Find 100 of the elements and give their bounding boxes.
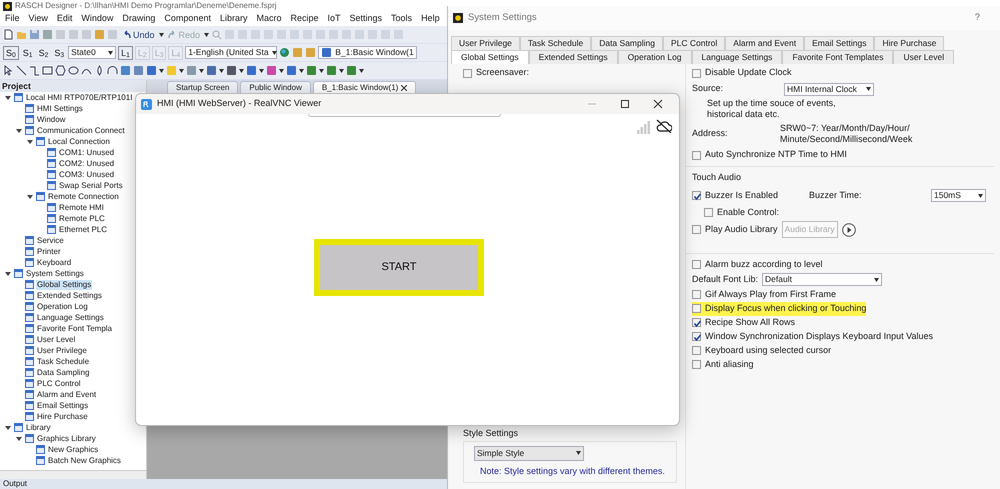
expander-icon[interactable] — [15, 434, 23, 442]
tree-item[interactable]: System Settings — [25, 268, 85, 278]
square-icon[interactable] — [286, 65, 297, 76]
tree-item[interactable]: COM2: Unused — [58, 158, 116, 168]
checkbox[interactable] — [692, 318, 701, 327]
menu-item[interactable]: Drawing — [122, 12, 156, 26]
state-button[interactable]: S$_{0}$ — [3, 46, 19, 60]
tree-item[interactable]: Favorite Font Templa — [36, 324, 113, 334]
expander-icon[interactable] — [4, 270, 12, 278]
tab[interactable]: Favorite Font Templates — [782, 50, 894, 64]
document-tab[interactable]: B_1:Basic Window(1) — [312, 81, 416, 93]
line-icon[interactable] — [16, 65, 27, 76]
menu-item[interactable]: Window — [81, 12, 114, 26]
tree-item[interactable]: Remote HMI — [58, 202, 105, 212]
checkbox[interactable] — [692, 260, 701, 269]
source-dropdown[interactable]: HMI Internal Clock — [784, 82, 874, 96]
globe-icon[interactable] — [279, 47, 290, 58]
toolbar-handle[interactable] — [308, 114, 501, 117]
style-dropdown[interactable]: Simple Style — [474, 446, 584, 460]
tab[interactable]: Alarm and Event — [725, 36, 804, 50]
tab[interactable]: PLC Control — [662, 36, 726, 50]
state-dropdown[interactable]: State0 — [68, 46, 116, 59]
horizontal-scrollbar[interactable] — [0, 470, 146, 479]
square-icon[interactable] — [246, 65, 257, 76]
tree-item[interactable]: Graphics Library — [36, 434, 97, 444]
tab[interactable]: Operation Log — [618, 50, 692, 64]
checkbox[interactable] — [692, 360, 701, 369]
language-dropdown[interactable]: 1-English (United Sta — [185, 46, 278, 59]
square-icon[interactable] — [226, 65, 237, 76]
expander-icon[interactable] — [26, 138, 34, 146]
document-tab[interactable]: Public Window — [240, 81, 311, 93]
tree-item[interactable]: Swap Serial Ports — [58, 180, 124, 190]
menu-item[interactable]: File — [5, 12, 20, 26]
checkbox[interactable] — [692, 68, 701, 78]
menu-item[interactable]: IoT — [328, 12, 341, 26]
tree-item[interactable]: Email Settings — [36, 400, 90, 410]
tree-item[interactable]: COM3: Unused — [58, 170, 116, 180]
tab[interactable]: User Privilege — [451, 36, 520, 50]
tree-item[interactable]: HMI Settings — [36, 104, 84, 114]
menu-item[interactable]: Component — [164, 12, 211, 26]
tab[interactable]: Extended Settings — [528, 50, 618, 64]
tab[interactable]: Task Schedule — [520, 36, 592, 50]
menu-item[interactable]: Library — [220, 12, 248, 26]
menu-item[interactable]: Edit — [56, 12, 72, 26]
tree-item[interactable]: Library — [25, 422, 52, 432]
tree-item[interactable]: Printer — [36, 246, 62, 256]
menu-item[interactable]: Macro — [256, 12, 282, 26]
state-button[interactable]: S$_{1}$ — [20, 46, 35, 58]
tab[interactable]: Language Settings — [692, 50, 782, 64]
checkbox[interactable] — [692, 225, 701, 234]
tree-item[interactable]: Data Sampling — [36, 368, 90, 378]
tree-item[interactable]: Remote PLC — [58, 214, 106, 224]
square-icon[interactable] — [306, 65, 317, 76]
menu-item[interactable]: Tools — [391, 12, 412, 26]
tree-item[interactable]: Operation Log — [36, 302, 89, 312]
checkbox[interactable] — [692, 191, 701, 200]
new-page-icon[interactable] — [3, 29, 14, 40]
tree-item[interactable]: Alarm and Event — [36, 390, 98, 400]
close-icon[interactable] — [653, 99, 663, 109]
state-button[interactable]: S$_{2}$ — [36, 46, 50, 58]
tree-item[interactable]: Remote Connection — [47, 192, 120, 202]
help-button[interactable]: ? — [974, 10, 980, 26]
window-field[interactable]: B_1:Basic Window(1 — [318, 46, 417, 59]
tree-item[interactable]: User Privilege — [36, 346, 88, 356]
play-button-icon[interactable] — [842, 222, 856, 236]
tree-item[interactable]: Local HMI RTP070E/RTP101I — [25, 92, 134, 102]
tree-item[interactable]: User Level — [36, 334, 76, 344]
square-icon[interactable] — [206, 65, 217, 76]
checkbox[interactable] — [704, 208, 713, 217]
checkbox[interactable] — [692, 346, 701, 355]
tab[interactable]: Data Sampling — [591, 36, 663, 50]
tree-item[interactable]: Global Settings — [36, 280, 92, 290]
maximize-icon[interactable] — [620, 99, 630, 109]
tab[interactable]: User Level — [893, 50, 954, 64]
square-icon[interactable] — [326, 65, 337, 76]
expander-icon[interactable] — [15, 126, 23, 134]
tree-item[interactable]: Extended Settings — [36, 290, 103, 300]
tree-item[interactable]: Service — [36, 236, 65, 246]
buzzer-time-dropdown[interactable]: 150mS — [931, 189, 986, 202]
checkbox[interactable] — [692, 304, 701, 313]
menu-item[interactable]: Settings — [350, 12, 382, 26]
tree-item[interactable]: Keyboard — [36, 258, 72, 268]
tree-item[interactable]: Task Schedule — [36, 356, 90, 366]
tree-item[interactable]: Batch New Graphics — [47, 456, 122, 466]
tree-item[interactable]: Ethernet PLC — [58, 224, 108, 234]
pointer-icon[interactable] — [3, 65, 14, 76]
cloud-off-icon[interactable] — [656, 119, 672, 133]
square-icon[interactable] — [346, 65, 357, 76]
arch-icon[interactable] — [107, 65, 118, 76]
tab[interactable]: Email Settings — [804, 36, 874, 50]
state-button[interactable]: S$_{3}$ — [52, 46, 66, 58]
tree-item[interactable]: PLC Control — [36, 378, 82, 388]
close-icon[interactable] — [401, 84, 408, 90]
tree-item[interactable]: Window — [36, 114, 66, 124]
checkbox[interactable] — [463, 68, 472, 78]
expander-icon[interactable] — [26, 192, 34, 200]
tree-item[interactable]: Language Settings — [36, 312, 105, 322]
start-button[interactable]: START — [314, 239, 484, 296]
tab[interactable]: Global Settings — [451, 50, 529, 64]
font-lib-dropdown[interactable]: Default — [762, 273, 882, 286]
